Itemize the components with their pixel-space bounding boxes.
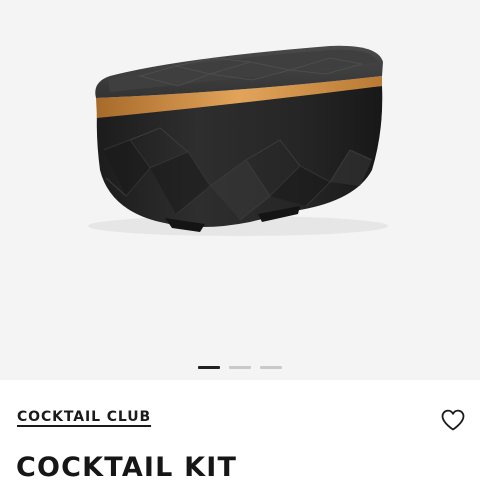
product-image bbox=[88, 45, 388, 236]
heart-outline-icon bbox=[441, 409, 465, 431]
product-title: COCKTAIL KIT bbox=[16, 452, 238, 480]
product-image-gallery[interactable] bbox=[0, 0, 480, 380]
wishlist-button[interactable] bbox=[440, 408, 466, 432]
pager-dot-2[interactable] bbox=[229, 365, 251, 369]
brand-link[interactable]: COCKTAIL CLUB bbox=[17, 409, 151, 425]
pager-dot-3[interactable] bbox=[260, 365, 282, 369]
image-pager bbox=[0, 362, 480, 372]
product-detail-screen: COCKTAIL CLUB COCKTAIL KIT bbox=[0, 0, 480, 480]
pager-dot-1[interactable] bbox=[198, 365, 220, 369]
